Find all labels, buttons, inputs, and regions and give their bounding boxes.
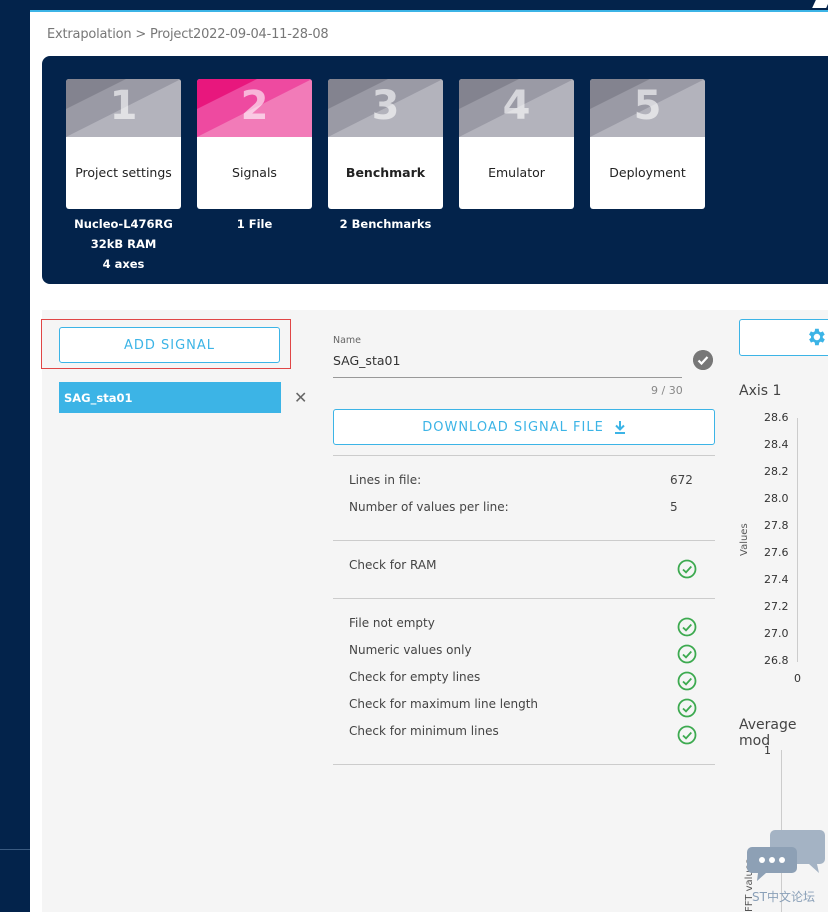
- step-number: 5: [633, 83, 662, 129]
- left-sidebar: [0, 0, 30, 912]
- step-number: 1: [109, 83, 138, 129]
- step-project-settings[interactable]: 1 Project settings: [66, 79, 181, 209]
- values-per-line-value: 5: [670, 500, 678, 514]
- y-tick-label: 28.0: [764, 492, 789, 505]
- step-details: 2 Benchmarks: [328, 214, 443, 234]
- y-tick-label: 27.0: [764, 627, 789, 640]
- step-details: Nucleo-L476RG 32kB RAM 4 axes: [66, 214, 181, 274]
- forum-watermark: ST中文论坛: [752, 890, 815, 904]
- steps-panel: 1 Project settings Nucleo-L476RG 32kB RA…: [42, 56, 828, 284]
- y-tick-label: 27.8: [764, 519, 789, 532]
- y-axis-label: Values: [739, 523, 750, 556]
- step-details: 1 File: [197, 214, 312, 234]
- step-emulator[interactable]: 4 Emulator: [459, 79, 574, 209]
- benchmark-count: 2 Benchmarks: [339, 217, 432, 231]
- signal-list-item[interactable]: SAG_sta01: [59, 382, 281, 413]
- axes-count: 4 axes: [102, 257, 145, 271]
- step-label: Benchmark: [345, 165, 426, 180]
- breadcrumb: Extrapolation > Project2022-09-04-11-28-…: [47, 27, 329, 42]
- step-number: 3: [371, 83, 400, 129]
- step-label: Project settings: [75, 165, 172, 180]
- name-input[interactable]: SAG_sta01: [333, 353, 400, 368]
- y-tick-label: 27.4: [764, 573, 789, 586]
- axis1-chart-title: Axis 1: [739, 383, 782, 399]
- divider: [333, 455, 715, 456]
- check-label: File not empty: [349, 616, 435, 630]
- close-icon[interactable]: ✕: [294, 388, 307, 407]
- y-tick-label: 28.6: [764, 411, 789, 424]
- step-number: 2: [240, 83, 269, 129]
- lines-in-file-label: Lines in file:: [349, 473, 422, 487]
- file-count: 1 File: [236, 217, 273, 231]
- board-name: Nucleo-L476RG: [74, 217, 173, 231]
- step-label: Emulator: [488, 165, 545, 180]
- step-number: 4: [502, 83, 531, 129]
- check-label: Check for empty lines: [349, 670, 481, 684]
- y-axis-line: [797, 418, 798, 662]
- step-deployment[interactable]: 5 Deployment: [590, 79, 705, 209]
- check-label: Numeric values only: [349, 643, 472, 657]
- step-signals[interactable]: 2 Signals: [197, 79, 312, 209]
- check-circle-icon: [677, 617, 697, 637]
- lines-in-file-value: 672: [670, 473, 693, 487]
- divider: [333, 540, 715, 541]
- gear-icon: [809, 328, 825, 346]
- check-circle-icon: [677, 559, 697, 579]
- download-label: DOWNLOAD SIGNAL FILE: [422, 419, 604, 435]
- character-counter: 9 / 30: [651, 384, 683, 397]
- ram-check-label: Check for RAM: [349, 558, 437, 572]
- check-circle-icon: [677, 671, 697, 691]
- y-tick-label: 1: [764, 744, 771, 757]
- check-circle-icon: [677, 644, 697, 664]
- check-label: Check for maximum line length: [349, 697, 539, 711]
- sidebar-divider: [0, 849, 30, 850]
- name-field-label: Name: [333, 335, 362, 346]
- values-per-line-label: Number of values per line:: [349, 500, 509, 514]
- download-signal-button[interactable]: DOWNLOAD SIGNAL FILE: [333, 409, 715, 445]
- name-input-underline: [333, 377, 682, 378]
- add-signal-button[interactable]: ADD SIGNAL: [59, 327, 280, 363]
- chat-bubble-icon[interactable]: [747, 827, 827, 882]
- step-header: 2: [197, 79, 312, 137]
- y-tick-label: 27.6: [764, 546, 789, 559]
- check-circle-icon: [677, 698, 697, 718]
- average-chart-title: Average mod: [739, 717, 797, 749]
- y-tick-label: 28.4: [764, 438, 789, 451]
- y-tick-label: 28.2: [764, 465, 789, 478]
- step-header: 1: [66, 79, 181, 137]
- check-label: Check for minimum lines: [349, 724, 499, 738]
- x-tick-label: 0: [794, 672, 801, 685]
- step-label: Deployment: [609, 165, 686, 180]
- check-circle-icon: [677, 725, 697, 745]
- step-benchmark[interactable]: 3 Benchmark: [328, 79, 443, 209]
- step-label: Signals: [232, 165, 277, 180]
- divider: [333, 764, 715, 765]
- logo-fragment: [812, 0, 828, 8]
- y-tick-label: 27.2: [764, 600, 789, 613]
- step-header: 5: [590, 79, 705, 137]
- y-tick-label: 26.8: [764, 654, 789, 667]
- download-icon: [614, 420, 625, 434]
- ram-size: 32kB RAM: [90, 237, 157, 251]
- top-bar: [30, 0, 828, 12]
- step-header: 3: [328, 79, 443, 137]
- check-circle-icon: [693, 350, 713, 370]
- step-header: 4: [459, 79, 574, 137]
- divider: [333, 598, 715, 599]
